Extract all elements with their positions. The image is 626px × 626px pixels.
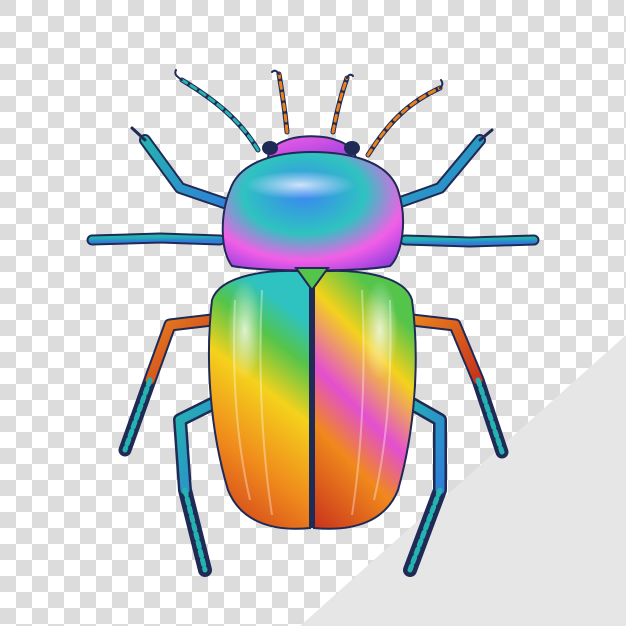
beetle-elytra (207, 267, 417, 530)
beetle-artwork (0, 0, 626, 626)
image-canvas (0, 0, 626, 626)
beetle-pronotum (221, 150, 404, 272)
